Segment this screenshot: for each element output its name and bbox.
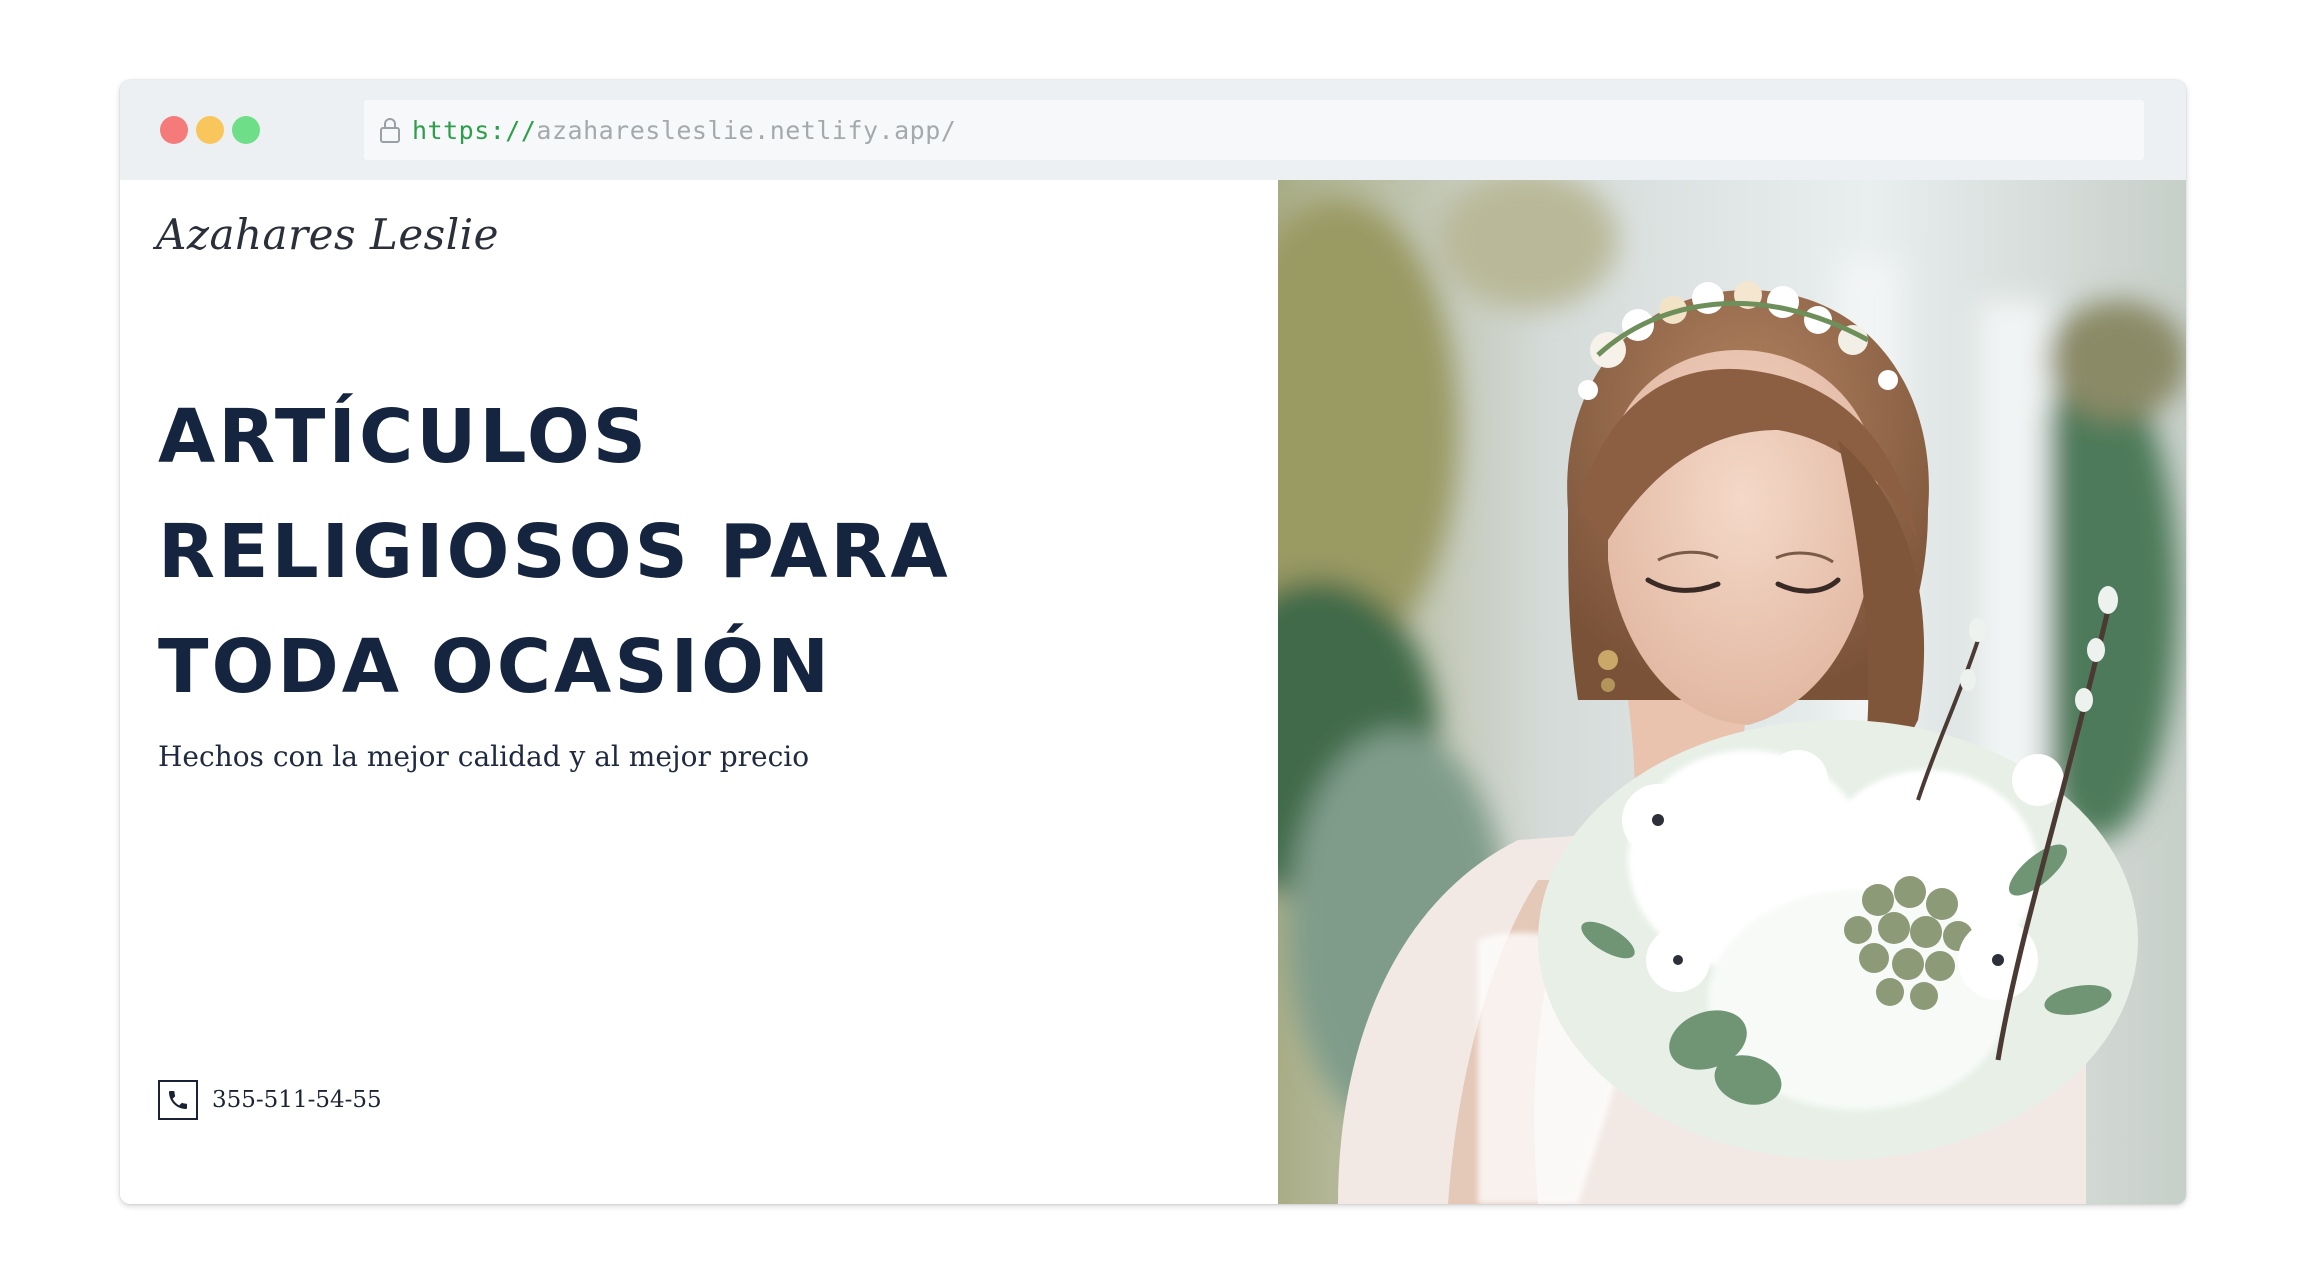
url-host: azaharesleslie.netlify.app/	[536, 115, 957, 145]
phone-icon	[158, 1080, 198, 1120]
hero-text-panel: Azahares Leslie ARTÍCULOS RELIGIOSOS PAR…	[120, 180, 1278, 1204]
close-window-button[interactable]	[160, 116, 188, 144]
browser-toolbar: https://azaharesleslie.netlify.app/	[120, 80, 2186, 180]
headline-line-3: TODA OCASIÓN	[158, 624, 832, 710]
hero-headline: ARTÍCULOS RELIGIOSOS PARA TODA OCASIÓN	[158, 380, 1158, 725]
headline-line-1: ARTÍCULOS	[158, 394, 650, 480]
lock-icon	[378, 116, 402, 144]
page-content: Azahares Leslie ARTÍCULOS RELIGIOSOS PAR…	[120, 180, 2186, 1204]
bride-hero-image	[1278, 180, 2186, 1204]
minimize-window-button[interactable]	[196, 116, 224, 144]
headline-line-2: RELIGIOSOS PARA	[158, 509, 951, 595]
browser-window: https://azaharesleslie.netlify.app/ Azah…	[120, 80, 2186, 1204]
hero-subtitle: Hechos con la mejor calidad y al mejor p…	[158, 740, 810, 773]
phone-contact[interactable]: 355-511-54-55	[158, 1080, 382, 1120]
url-scheme: https://	[412, 115, 537, 145]
maximize-window-button[interactable]	[232, 116, 260, 144]
phone-number: 355-511-54-55	[212, 1087, 382, 1113]
address-bar[interactable]: https://azaharesleslie.netlify.app/	[364, 100, 2144, 160]
site-logo[interactable]: Azahares Leslie	[156, 210, 499, 259]
